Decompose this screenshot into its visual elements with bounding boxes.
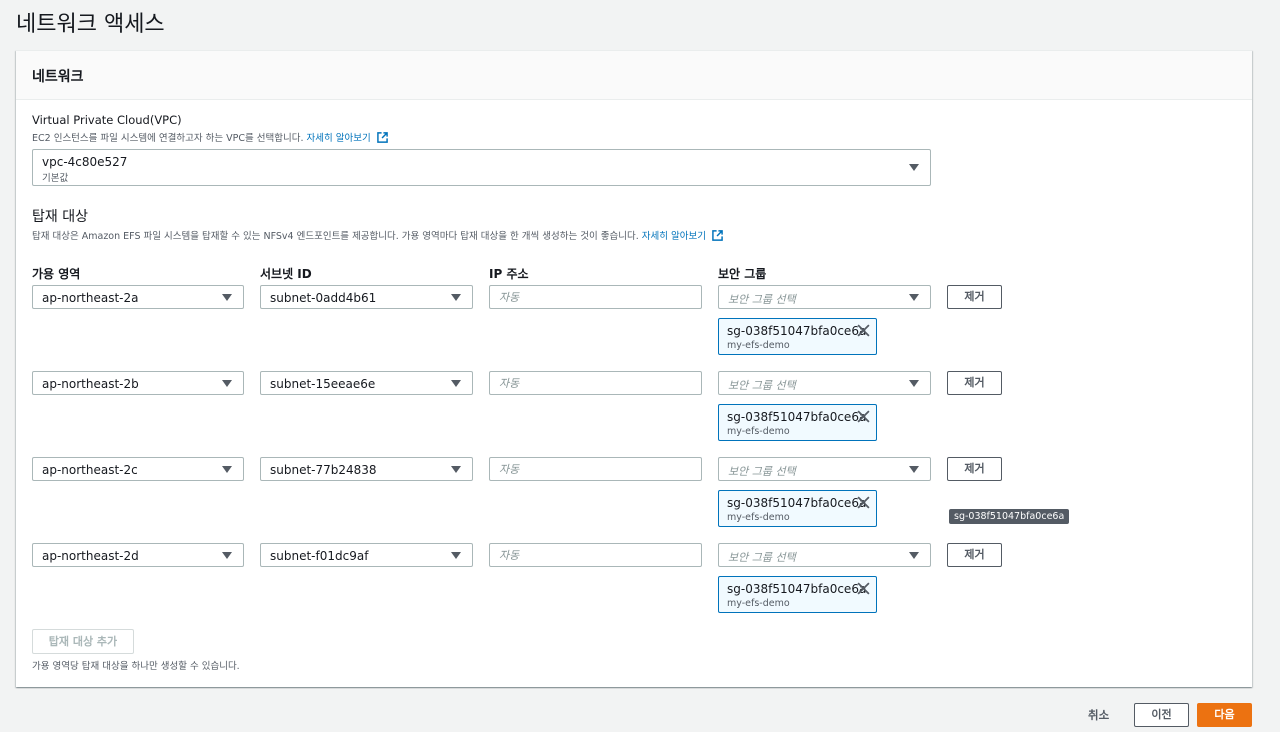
panel-title: 네트워크 [32, 69, 84, 85]
remove-button[interactable]: 제거 [947, 371, 1002, 395]
close-icon[interactable] [857, 410, 870, 423]
remove-button[interactable]: 제거 [947, 457, 1002, 481]
security-group-token-id: sg-038f51047bfa0ce6a [727, 582, 867, 596]
az-select-value: ap-northeast-2b [42, 377, 139, 391]
caret-down-icon [451, 466, 461, 473]
az-select[interactable]: ap-northeast-2a [32, 285, 244, 309]
ip-address-input[interactable] [489, 285, 702, 309]
mount-targets-description: 탑재 대상은 Amazon EFS 파일 시스템을 탑재할 수 있는 NFSv4… [32, 228, 723, 242]
tooltip: sg-038f51047bfa0ce6a [949, 509, 1070, 524]
previous-button[interactable]: 이전 [1134, 703, 1189, 727]
caret-down-icon [222, 380, 232, 387]
remove-button[interactable]: 제거 [947, 543, 1002, 567]
page-title: 네트워크 액세스 [16, 12, 165, 37]
security-group-token-name: my-efs-demo [727, 598, 790, 609]
remove-button[interactable]: 제거 [947, 285, 1002, 309]
subnet-select-value: subnet-f01dc9af [270, 549, 369, 563]
az-select[interactable]: ap-northeast-2d [32, 543, 244, 567]
caret-down-icon [909, 294, 919, 301]
panel-header: 네트워크 [16, 51, 1252, 100]
security-group-select[interactable]: 보안 그룹 선택 [718, 371, 931, 395]
vpc-select-sub: 기본값 [42, 173, 69, 184]
ip-address-input[interactable] [489, 543, 702, 567]
security-group-token-name: my-efs-demo [727, 512, 790, 523]
vpc-label: Virtual Private Cloud(VPC) [32, 113, 182, 127]
caret-down-icon [451, 294, 461, 301]
security-group-placeholder: 보안 그룹 선택 [728, 293, 796, 306]
ip-address-input[interactable] [489, 371, 702, 395]
az-select[interactable]: ap-northeast-2b [32, 371, 244, 395]
security-group-token-name: my-efs-demo [727, 426, 790, 437]
add-mount-target-button[interactable]: 탑재 대상 추가 [32, 629, 134, 654]
caret-down-icon [909, 552, 919, 559]
security-group-placeholder: 보안 그룹 선택 [728, 379, 796, 392]
security-group-placeholder: 보안 그룹 선택 [728, 465, 796, 478]
security-group-token: sg-038f51047bfa0ce6a my-efs-demo [718, 318, 877, 355]
subnet-select[interactable]: subnet-f01dc9af [260, 543, 473, 567]
subnet-select[interactable]: subnet-15eeae6e [260, 371, 473, 395]
mount-targets-description-text: 탑재 대상은 Amazon EFS 파일 시스템을 탑재할 수 있는 NFSv4… [32, 231, 639, 242]
close-icon[interactable] [857, 324, 870, 337]
subnet-select-value: subnet-15eeae6e [270, 377, 376, 391]
security-group-token-id: sg-038f51047bfa0ce6a [727, 324, 867, 338]
vpc-select[interactable]: vpc-4c80e527 기본값 [32, 149, 931, 186]
security-group-select[interactable]: 보안 그룹 선택 [718, 457, 931, 481]
mount-targets-footnote: 가용 영역당 탑재 대상을 하나만 생성할 수 있습니다. [32, 661, 240, 672]
column-header-sg: 보안 그룹 [718, 267, 767, 281]
mount-targets-title: 탑재 대상 [32, 209, 88, 225]
vpc-description: EC2 인스턴스를 파일 시스템에 연결하고자 하는 VPC를 선택합니다. 자… [32, 130, 388, 144]
subnet-select[interactable]: subnet-0add4b61 [260, 285, 473, 309]
security-group-placeholder: 보안 그룹 선택 [728, 551, 796, 564]
az-select-value: ap-northeast-2c [42, 463, 138, 477]
next-button[interactable]: 다음 [1197, 703, 1252, 727]
security-group-select[interactable]: 보안 그룹 선택 [718, 285, 931, 309]
close-icon[interactable] [857, 496, 870, 509]
external-link-icon[interactable] [376, 132, 388, 143]
caret-down-icon [222, 466, 232, 473]
security-group-token: sg-038f51047bfa0ce6a my-efs-demo [718, 404, 877, 441]
security-group-token: sg-038f51047bfa0ce6a my-efs-demo [718, 490, 877, 527]
subnet-select[interactable]: subnet-77b24838 [260, 457, 473, 481]
caret-down-icon [451, 380, 461, 387]
ip-address-input[interactable] [489, 457, 702, 481]
close-icon[interactable] [857, 582, 870, 595]
caret-down-icon [909, 380, 919, 387]
column-header-az: 가용 영역 [32, 267, 81, 281]
security-group-select[interactable]: 보안 그룹 선택 [718, 543, 931, 567]
mount-targets-learn-more-link[interactable]: 자세히 알아보기 [642, 231, 706, 242]
caret-down-icon [222, 552, 232, 559]
caret-down-icon [451, 552, 461, 559]
subnet-select-value: subnet-77b24838 [270, 463, 377, 477]
subnet-select-value: subnet-0add4b61 [270, 291, 377, 305]
external-link-icon[interactable] [712, 230, 723, 241]
network-panel: 네트워크 Virtual Private Cloud(VPC) EC2 인스턴스… [16, 50, 1252, 687]
az-select[interactable]: ap-northeast-2c [32, 457, 244, 481]
column-header-subnet: 서브넷 ID [260, 267, 312, 281]
caret-down-icon [909, 466, 919, 473]
column-header-ip: IP 주소 [489, 267, 529, 281]
vpc-learn-more-link[interactable]: 자세히 알아보기 [307, 133, 371, 144]
az-select-value: ap-northeast-2a [42, 291, 139, 305]
security-group-token: sg-038f51047bfa0ce6a my-efs-demo [718, 576, 877, 613]
security-group-token-id: sg-038f51047bfa0ce6a [727, 410, 867, 424]
vpc-description-text: EC2 인스턴스를 파일 시스템에 연결하고자 하는 VPC를 선택합니다. [32, 133, 304, 144]
caret-down-icon [222, 294, 232, 301]
security-group-token-name: my-efs-demo [727, 340, 790, 351]
az-select-value: ap-northeast-2d [42, 549, 139, 563]
security-group-token-id: sg-038f51047bfa0ce6a [727, 496, 867, 510]
cancel-button[interactable]: 취소 [1088, 707, 1109, 723]
vpc-select-value: vpc-4c80e527 [42, 155, 128, 169]
caret-down-icon [909, 164, 919, 171]
